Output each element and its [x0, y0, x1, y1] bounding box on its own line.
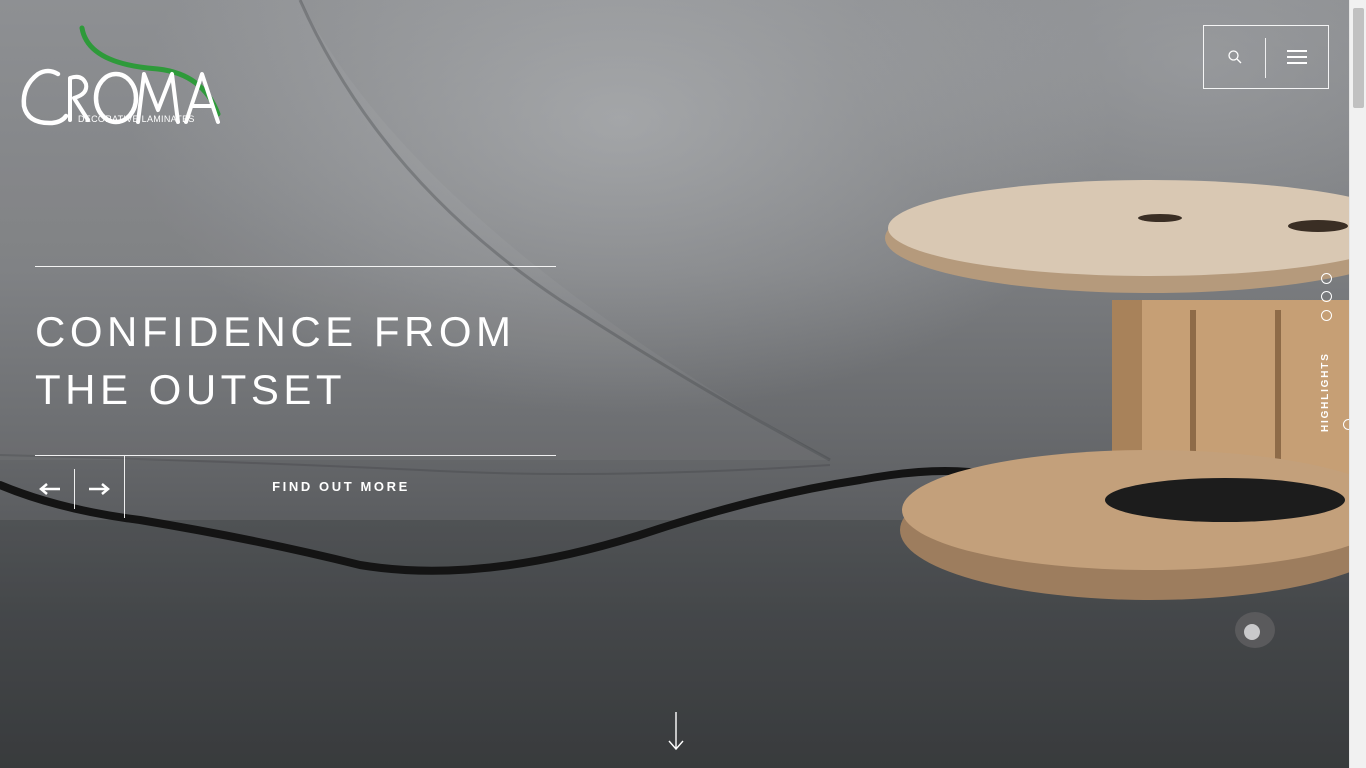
- arrow-left-icon: [39, 483, 60, 495]
- croma-logo[interactable]: DECORATIVE LAMINATES: [18, 24, 224, 130]
- next-slide-button[interactable]: [80, 468, 118, 510]
- cta-divider: [124, 456, 125, 518]
- hamburger-menu-icon: [1287, 50, 1307, 64]
- scroll-down-button[interactable]: [666, 711, 686, 751]
- hero-page: DECORATIVE LAMINATES CONFIDENCE FROM THE…: [0, 0, 1366, 768]
- page-scrollbar[interactable]: [1349, 0, 1366, 768]
- arrow-divider: [74, 469, 75, 509]
- arrow-down-icon: [668, 712, 684, 751]
- headline-top-rule: [35, 266, 556, 267]
- menu-button[interactable]: [1266, 26, 1328, 88]
- slide-dot-2[interactable]: [1321, 291, 1332, 302]
- hero-headline-line-1: CONFIDENCE FROM: [35, 308, 516, 355]
- slide-dot-3[interactable]: [1321, 310, 1332, 321]
- highlights-section-label[interactable]: HIGHLIGHTS: [1320, 352, 1331, 432]
- search-icon: [1228, 50, 1242, 64]
- header-controls: [1203, 25, 1329, 89]
- scrollbar-thumb[interactable]: [1353, 8, 1364, 108]
- headline-bottom-rule: [35, 455, 556, 456]
- hero-headline-line-2: THE OUTSET: [35, 366, 347, 413]
- find-out-more-link[interactable]: FIND OUT MORE: [126, 470, 556, 502]
- search-button[interactable]: [1204, 26, 1266, 88]
- hero-headline: CONFIDENCE FROM THE OUTSET: [35, 303, 595, 419]
- arrow-right-icon: [89, 483, 110, 495]
- slide-dot-1[interactable]: [1321, 273, 1332, 284]
- logo-tagline: DECORATIVE LAMINATES: [78, 114, 195, 124]
- previous-slide-button[interactable]: [31, 468, 69, 510]
